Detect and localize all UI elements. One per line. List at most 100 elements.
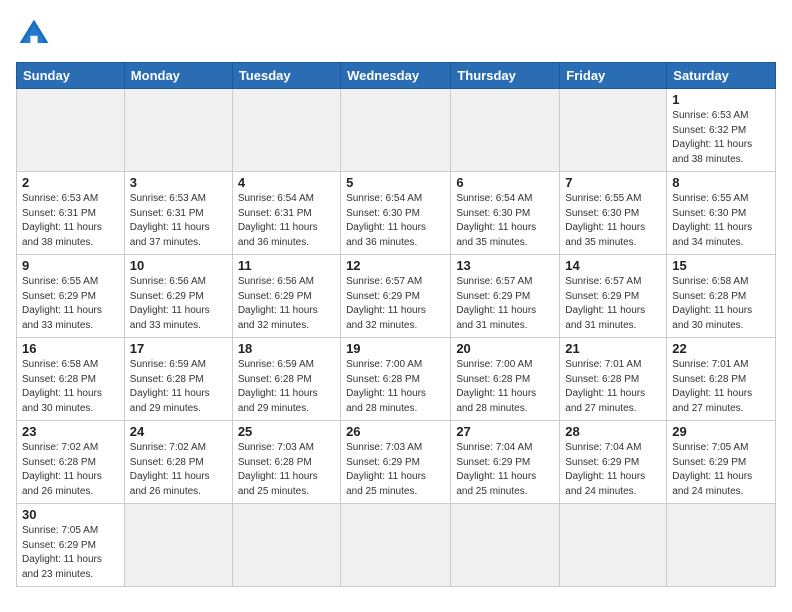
day-cell: 15 Sunrise: 6:58 AM Sunset: 6:28 PM Dayli… — [667, 255, 776, 338]
day-number: 4 — [238, 175, 335, 190]
day-number: 8 — [672, 175, 770, 190]
day-number: 9 — [22, 258, 119, 273]
day-cell — [341, 504, 451, 587]
day-cell: 10 Sunrise: 6:56 AM Sunset: 6:29 PM Dayli… — [124, 255, 232, 338]
day-number: 21 — [565, 341, 661, 356]
day-cell: 27 Sunrise: 7:04 AM Sunset: 6:29 PM Dayli… — [451, 421, 560, 504]
day-number: 11 — [238, 258, 335, 273]
day-number: 22 — [672, 341, 770, 356]
day-cell: 26 Sunrise: 7:03 AM Sunset: 6:29 PM Dayli… — [341, 421, 451, 504]
day-info: Sunrise: 6:57 AM Sunset: 6:29 PM Dayligh… — [456, 275, 554, 333]
day-info: Sunrise: 7:04 AM Sunset: 6:29 PM Dayligh… — [565, 441, 661, 499]
day-cell: 29 Sunrise: 7:05 AM Sunset: 6:29 PM Dayli… — [667, 421, 776, 504]
day-info: Sunrise: 6:57 AM Sunset: 6:29 PM Dayligh… — [565, 275, 661, 333]
day-number: 6 — [456, 175, 554, 190]
day-cell: 16Sunrise: 6:58 AM Sunset: 6:28 PM Dayli… — [17, 338, 125, 421]
day-cell — [560, 504, 667, 587]
day-info: Sunrise: 6:55 AM Sunset: 6:29 PM Dayligh… — [22, 275, 119, 333]
day-number: 17 — [130, 341, 227, 356]
day-cell: 20 Sunrise: 7:00 AM Sunset: 6:28 PM Dayli… — [451, 338, 560, 421]
col-header-saturday: Saturday — [667, 63, 776, 89]
day-number: 29 — [672, 424, 770, 439]
day-cell — [560, 89, 667, 172]
day-cell — [232, 89, 340, 172]
day-number: 24 — [130, 424, 227, 439]
day-cell: 2Sunrise: 6:53 AM Sunset: 6:31 PM Daylig… — [17, 172, 125, 255]
day-info: Sunrise: 7:00 AM Sunset: 6:28 PM Dayligh… — [456, 358, 554, 416]
day-cell: 4 Sunrise: 6:54 AM Sunset: 6:31 PM Daylig… — [232, 172, 340, 255]
day-info: Sunrise: 6:54 AM Sunset: 6:31 PM Dayligh… — [238, 192, 335, 250]
week-row-1: 1Sunrise: 6:53 AM Sunset: 6:32 PM Daylig… — [17, 89, 776, 172]
day-info: Sunrise: 6:58 AM Sunset: 6:28 PM Dayligh… — [672, 275, 770, 333]
page: SundayMondayTuesdayWednesdayThursdayFrid… — [0, 0, 792, 603]
day-number: 3 — [130, 175, 227, 190]
day-info: Sunrise: 6:53 AM Sunset: 6:31 PM Dayligh… — [130, 192, 227, 250]
day-cell: 11 Sunrise: 6:56 AM Sunset: 6:29 PM Dayli… — [232, 255, 340, 338]
day-info: Sunrise: 6:54 AM Sunset: 6:30 PM Dayligh… — [346, 192, 445, 250]
day-number: 26 — [346, 424, 445, 439]
day-number: 12 — [346, 258, 445, 273]
col-header-friday: Friday — [560, 63, 667, 89]
day-cell — [17, 89, 125, 172]
day-info: Sunrise: 7:03 AM Sunset: 6:29 PM Dayligh… — [346, 441, 445, 499]
day-cell: 13 Sunrise: 6:57 AM Sunset: 6:29 PM Dayli… — [451, 255, 560, 338]
day-cell — [124, 504, 232, 587]
day-cell: 28Sunrise: 7:04 AM Sunset: 6:29 PM Dayli… — [560, 421, 667, 504]
day-info: Sunrise: 7:05 AM Sunset: 6:29 PM Dayligh… — [22, 524, 119, 582]
day-cell: 17 Sunrise: 6:59 AM Sunset: 6:28 PM Dayli… — [124, 338, 232, 421]
week-row-3: 9 Sunrise: 6:55 AM Sunset: 6:29 PM Daylig… — [17, 255, 776, 338]
day-number: 27 — [456, 424, 554, 439]
day-info: Sunrise: 6:54 AM Sunset: 6:30 PM Dayligh… — [456, 192, 554, 250]
day-info: Sunrise: 7:02 AM Sunset: 6:28 PM Dayligh… — [22, 441, 119, 499]
day-number: 23 — [22, 424, 119, 439]
day-number: 16 — [22, 341, 119, 356]
day-cell: 22Sunrise: 7:01 AM Sunset: 6:28 PM Dayli… — [667, 338, 776, 421]
day-cell — [124, 89, 232, 172]
day-info: Sunrise: 6:55 AM Sunset: 6:30 PM Dayligh… — [565, 192, 661, 250]
day-info: Sunrise: 7:02 AM Sunset: 6:28 PM Dayligh… — [130, 441, 227, 499]
day-cell — [232, 504, 340, 587]
day-number: 7 — [565, 175, 661, 190]
calendar: SundayMondayTuesdayWednesdayThursdayFrid… — [16, 62, 776, 587]
day-number: 25 — [238, 424, 335, 439]
day-number: 10 — [130, 258, 227, 273]
day-number: 13 — [456, 258, 554, 273]
day-info: Sunrise: 6:59 AM Sunset: 6:28 PM Dayligh… — [130, 358, 227, 416]
day-cell: 3 Sunrise: 6:53 AM Sunset: 6:31 PM Daylig… — [124, 172, 232, 255]
day-info: Sunrise: 6:56 AM Sunset: 6:29 PM Dayligh… — [130, 275, 227, 333]
day-number: 15 — [672, 258, 770, 273]
day-info: Sunrise: 6:53 AM Sunset: 6:31 PM Dayligh… — [22, 192, 119, 250]
col-header-thursday: Thursday — [451, 63, 560, 89]
day-cell: 24 Sunrise: 7:02 AM Sunset: 6:28 PM Dayli… — [124, 421, 232, 504]
day-number: 18 — [238, 341, 335, 356]
day-info: Sunrise: 7:05 AM Sunset: 6:29 PM Dayligh… — [672, 441, 770, 499]
day-number: 5 — [346, 175, 445, 190]
header — [16, 16, 776, 52]
day-cell: 14 Sunrise: 6:57 AM Sunset: 6:29 PM Dayli… — [560, 255, 667, 338]
day-number: 20 — [456, 341, 554, 356]
day-cell: 12 Sunrise: 6:57 AM Sunset: 6:29 PM Dayli… — [341, 255, 451, 338]
day-cell — [451, 504, 560, 587]
day-info: Sunrise: 7:03 AM Sunset: 6:28 PM Dayligh… — [238, 441, 335, 499]
day-number: 30 — [22, 507, 119, 522]
day-info: Sunrise: 6:59 AM Sunset: 6:28 PM Dayligh… — [238, 358, 335, 416]
day-info: Sunrise: 7:01 AM Sunset: 6:28 PM Dayligh… — [565, 358, 661, 416]
day-cell — [451, 89, 560, 172]
col-header-monday: Monday — [124, 63, 232, 89]
day-cell: 19Sunrise: 7:00 AM Sunset: 6:28 PM Dayli… — [341, 338, 451, 421]
col-header-sunday: Sunday — [17, 63, 125, 89]
logo — [16, 16, 56, 52]
day-number: 14 — [565, 258, 661, 273]
day-info: Sunrise: 6:56 AM Sunset: 6:29 PM Dayligh… — [238, 275, 335, 333]
day-info: Sunrise: 6:53 AM Sunset: 6:32 PM Dayligh… — [672, 109, 770, 167]
day-info: Sunrise: 7:04 AM Sunset: 6:29 PM Dayligh… — [456, 441, 554, 499]
day-info: Sunrise: 7:00 AM Sunset: 6:28 PM Dayligh… — [346, 358, 445, 416]
week-row-5: 23 Sunrise: 7:02 AM Sunset: 6:28 PM Dayli… — [17, 421, 776, 504]
col-header-tuesday: Tuesday — [232, 63, 340, 89]
day-cell: 5 Sunrise: 6:54 AM Sunset: 6:30 PM Daylig… — [341, 172, 451, 255]
day-cell: 18 Sunrise: 6:59 AM Sunset: 6:28 PM Dayli… — [232, 338, 340, 421]
day-info: Sunrise: 6:57 AM Sunset: 6:29 PM Dayligh… — [346, 275, 445, 333]
logo-icon — [16, 16, 52, 52]
day-cell: 21 Sunrise: 7:01 AM Sunset: 6:28 PM Dayli… — [560, 338, 667, 421]
day-info: Sunrise: 6:55 AM Sunset: 6:30 PM Dayligh… — [672, 192, 770, 250]
